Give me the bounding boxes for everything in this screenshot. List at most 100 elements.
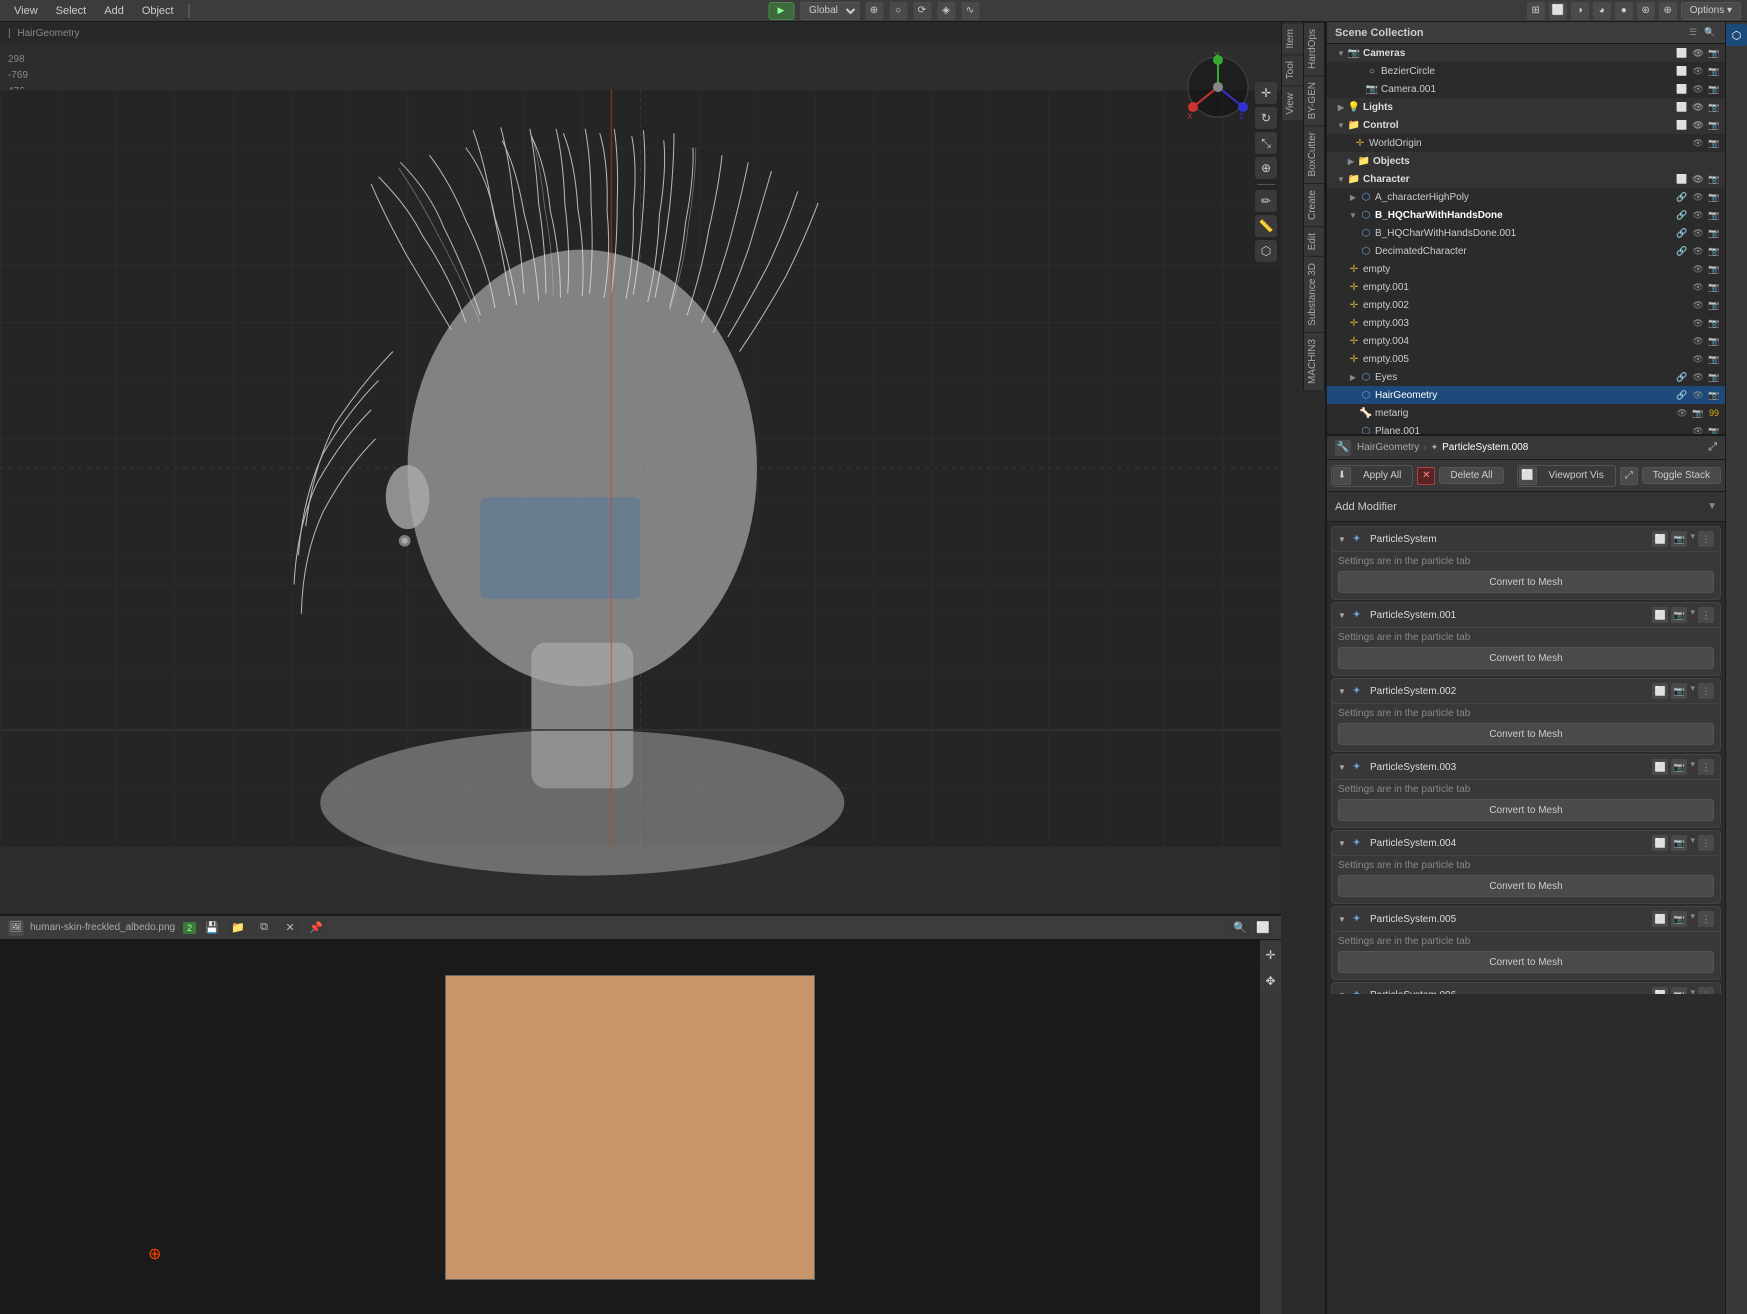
mod6-realtime-icon[interactable]: ⬜ bbox=[1652, 987, 1668, 994]
overlay-btn[interactable]: ⊛ bbox=[1637, 2, 1655, 20]
mod4-menu-icon[interactable]: ⋮ bbox=[1698, 835, 1714, 851]
mod5-fold[interactable]: ▼ bbox=[1338, 915, 1348, 924]
extra-btn[interactable]: ∿ bbox=[961, 2, 979, 20]
img-sample-btn[interactable]: ✥ bbox=[1260, 970, 1282, 992]
outliner-a-highpoly[interactable]: ▶ ⬡ A_characterHighPoly 🔗 👁 📷 bbox=[1327, 188, 1725, 206]
filter-icon[interactable]: ☰ bbox=[1686, 26, 1700, 40]
mod5-menu-icon[interactable]: ⋮ bbox=[1698, 911, 1714, 927]
control-arrow[interactable]: ▼ bbox=[1335, 119, 1347, 131]
viewport-vis-btn[interactable]: Viewport Vis bbox=[1539, 468, 1614, 483]
c001-restrict[interactable]: ⬜ bbox=[1675, 82, 1689, 96]
e005-hide[interactable]: 👁 bbox=[1691, 352, 1705, 366]
hgeo-hide[interactable]: 👁 bbox=[1691, 388, 1705, 402]
bhq-hide[interactable]: 👁 bbox=[1691, 208, 1705, 222]
eyes-hide[interactable]: 👁 bbox=[1691, 370, 1705, 384]
annotate-tool-btn[interactable]: ✏ bbox=[1255, 190, 1277, 212]
mod3-render-icon[interactable]: 📷 bbox=[1671, 759, 1687, 775]
outliner-empty005[interactable]: ✛ empty.005 👁 📷 bbox=[1327, 350, 1725, 368]
dec-hide[interactable]: 👁 bbox=[1691, 244, 1705, 258]
mod5-realtime-icon[interactable]: ⬜ bbox=[1652, 911, 1668, 927]
outliner-plane001[interactable]: ⬡ Plane.001 👁 📷 bbox=[1327, 422, 1725, 434]
emp-render[interactable]: 📷 bbox=[1707, 262, 1721, 276]
dec-link[interactable]: 🔗 bbox=[1675, 244, 1689, 258]
gizmo-btn[interactable]: ⊕ bbox=[1659, 2, 1677, 20]
mod3-caret[interactable]: ▾ bbox=[1690, 759, 1695, 775]
hgeo-render[interactable]: 📷 bbox=[1707, 388, 1721, 402]
render-engine-btn[interactable]: ⊞ bbox=[1527, 2, 1545, 20]
mod0-caret[interactable]: ▾ bbox=[1690, 531, 1695, 547]
scale-tool-btn[interactable]: ⤡ bbox=[1255, 132, 1277, 154]
options-button[interactable]: Options ▾ bbox=[1681, 2, 1741, 20]
snap-btn[interactable]: ⊕ bbox=[865, 2, 883, 20]
mod2-fold[interactable]: ▼ bbox=[1338, 687, 1348, 696]
char-restrict[interactable]: ⬜ bbox=[1675, 172, 1689, 186]
orient-btn[interactable]: ◈ bbox=[937, 2, 955, 20]
prop-expand-icon[interactable]: ⤢ bbox=[1708, 441, 1717, 454]
meta-render[interactable]: 📷 bbox=[1691, 406, 1705, 420]
b-cam[interactable]: 📷 bbox=[1707, 64, 1721, 78]
mod1-render-icon[interactable]: 📷 bbox=[1671, 607, 1687, 623]
img-copy-btn[interactable]: ⧉ bbox=[254, 919, 274, 937]
viewport-3d[interactable]: | HairGeometry 298 -769 476 -539 bbox=[0, 22, 1281, 914]
mod0-realtime-icon[interactable]: ⬜ bbox=[1652, 531, 1668, 547]
lights-hide[interactable]: 👁 bbox=[1691, 100, 1705, 114]
tab-item[interactable]: Item bbox=[1282, 22, 1303, 54]
wo-render[interactable]: 📷 bbox=[1707, 136, 1721, 150]
proportional-btn[interactable]: ○ bbox=[889, 2, 907, 20]
menu-item-select[interactable]: Select bbox=[48, 3, 95, 19]
ahp-hide[interactable]: 👁 bbox=[1691, 190, 1705, 204]
toggle-stack-btn[interactable]: Toggle Stack bbox=[1642, 467, 1721, 484]
global-select[interactable]: Global Local bbox=[800, 2, 859, 20]
ahp-arrow[interactable]: ▶ bbox=[1347, 191, 1359, 203]
cameras-arrow[interactable]: ▼ bbox=[1335, 47, 1347, 59]
mod1-realtime-icon[interactable]: ⬜ bbox=[1652, 607, 1668, 623]
mod6-render-icon[interactable]: 📷 bbox=[1671, 987, 1687, 994]
apply-all-download-icon[interactable]: ⬇ bbox=[1333, 467, 1351, 485]
mod6-fold[interactable]: ▼ bbox=[1338, 991, 1348, 995]
img-view-btn[interactable]: 🔍 bbox=[1230, 919, 1250, 937]
modifier-card-3-header[interactable]: ▼ ✦ ParticleSystem.003 ⬜ 📷 ▾ ⋮ bbox=[1332, 755, 1720, 779]
mod1-menu-icon[interactable]: ⋮ bbox=[1698, 607, 1714, 623]
e004-hide[interactable]: 👁 bbox=[1691, 334, 1705, 348]
b-hide[interactable]: 👁 bbox=[1691, 64, 1705, 78]
add-modifier-row[interactable]: Add Modifier ▼ bbox=[1327, 492, 1725, 522]
mod2-realtime-icon[interactable]: ⬜ bbox=[1652, 683, 1668, 699]
menu-item-object[interactable]: Object bbox=[134, 3, 182, 19]
e003-hide[interactable]: 👁 bbox=[1691, 316, 1705, 330]
move-tool-btn[interactable]: ✛ bbox=[1255, 82, 1277, 104]
img-pin-btn[interactable]: 📌 bbox=[306, 919, 326, 937]
mod0-convert-btn[interactable]: Convert to Mesh bbox=[1338, 571, 1714, 593]
img-move-btn[interactable]: ✛ bbox=[1260, 944, 1282, 966]
modifier-card-1-header[interactable]: ▼ ✦ ParticleSystem.001 ⬜ 📷 ▾ ⋮ bbox=[1332, 603, 1720, 627]
plane-render[interactable]: 📷 bbox=[1707, 424, 1721, 434]
lights-restrict[interactable]: ⬜ bbox=[1675, 100, 1689, 114]
outliner-worldorigin[interactable]: ✛ WorldOrigin 👁 📷 bbox=[1327, 134, 1725, 152]
menu-item-add[interactable]: Add bbox=[96, 3, 132, 19]
measure-tool-btn[interactable]: 📏 bbox=[1255, 215, 1277, 237]
char-render[interactable]: 📷 bbox=[1707, 172, 1721, 186]
mod3-menu-icon[interactable]: ⋮ bbox=[1698, 759, 1714, 775]
cam-restrict-icon[interactable]: ⬜ bbox=[1675, 46, 1689, 60]
e001-render[interactable]: 📷 bbox=[1707, 280, 1721, 294]
outliner-empty002[interactable]: ✛ empty.002 👁 📷 bbox=[1327, 296, 1725, 314]
outliner-objects-group[interactable]: ▶ 📁 Objects bbox=[1327, 152, 1725, 170]
modifier-card-0-header[interactable]: ▼ ✦ ParticleSystem ⬜ 📷 ▾ ⋮ bbox=[1332, 527, 1720, 551]
outliner-control-group[interactable]: ▼ 📁 Control ⬜ 👁 📷 bbox=[1327, 116, 1725, 134]
viewport-shading-wire[interactable]: ⬜ bbox=[1549, 2, 1567, 20]
mod6-caret[interactable]: ▾ bbox=[1690, 987, 1695, 994]
viewport-shading-material[interactable]: ◕ bbox=[1593, 2, 1611, 20]
img-save-btn[interactable]: 💾 bbox=[202, 919, 222, 937]
img-folder-btn[interactable]: 📁 bbox=[228, 919, 248, 937]
meta-hide[interactable]: 👁 bbox=[1675, 406, 1689, 420]
mod3-realtime-icon[interactable]: ⬜ bbox=[1652, 759, 1668, 775]
outliner-b-hqchar[interactable]: ▼ ⬡ B_HQCharWithHandsDone 🔗 👁 📷 bbox=[1327, 206, 1725, 224]
outliner-hairgeometry[interactable]: ⬡ HairGeometry 🔗 👁 📷 bbox=[1327, 386, 1725, 404]
modifier-card-6-header[interactable]: ▼ ✦ ParticleSystem.006 ⬜ 📷 ▾ ⋮ bbox=[1332, 983, 1720, 994]
e002-hide[interactable]: 👁 bbox=[1691, 298, 1705, 312]
delete-modifier-btn[interactable]: ✕ bbox=[1417, 467, 1435, 485]
mod4-fold[interactable]: ▼ bbox=[1338, 839, 1348, 848]
mod4-render-icon[interactable]: 📷 bbox=[1671, 835, 1687, 851]
ahp-render[interactable]: 📷 bbox=[1707, 190, 1721, 204]
lights-render[interactable]: 📷 bbox=[1707, 100, 1721, 114]
ctrl-restrict[interactable]: ⬜ bbox=[1675, 118, 1689, 132]
